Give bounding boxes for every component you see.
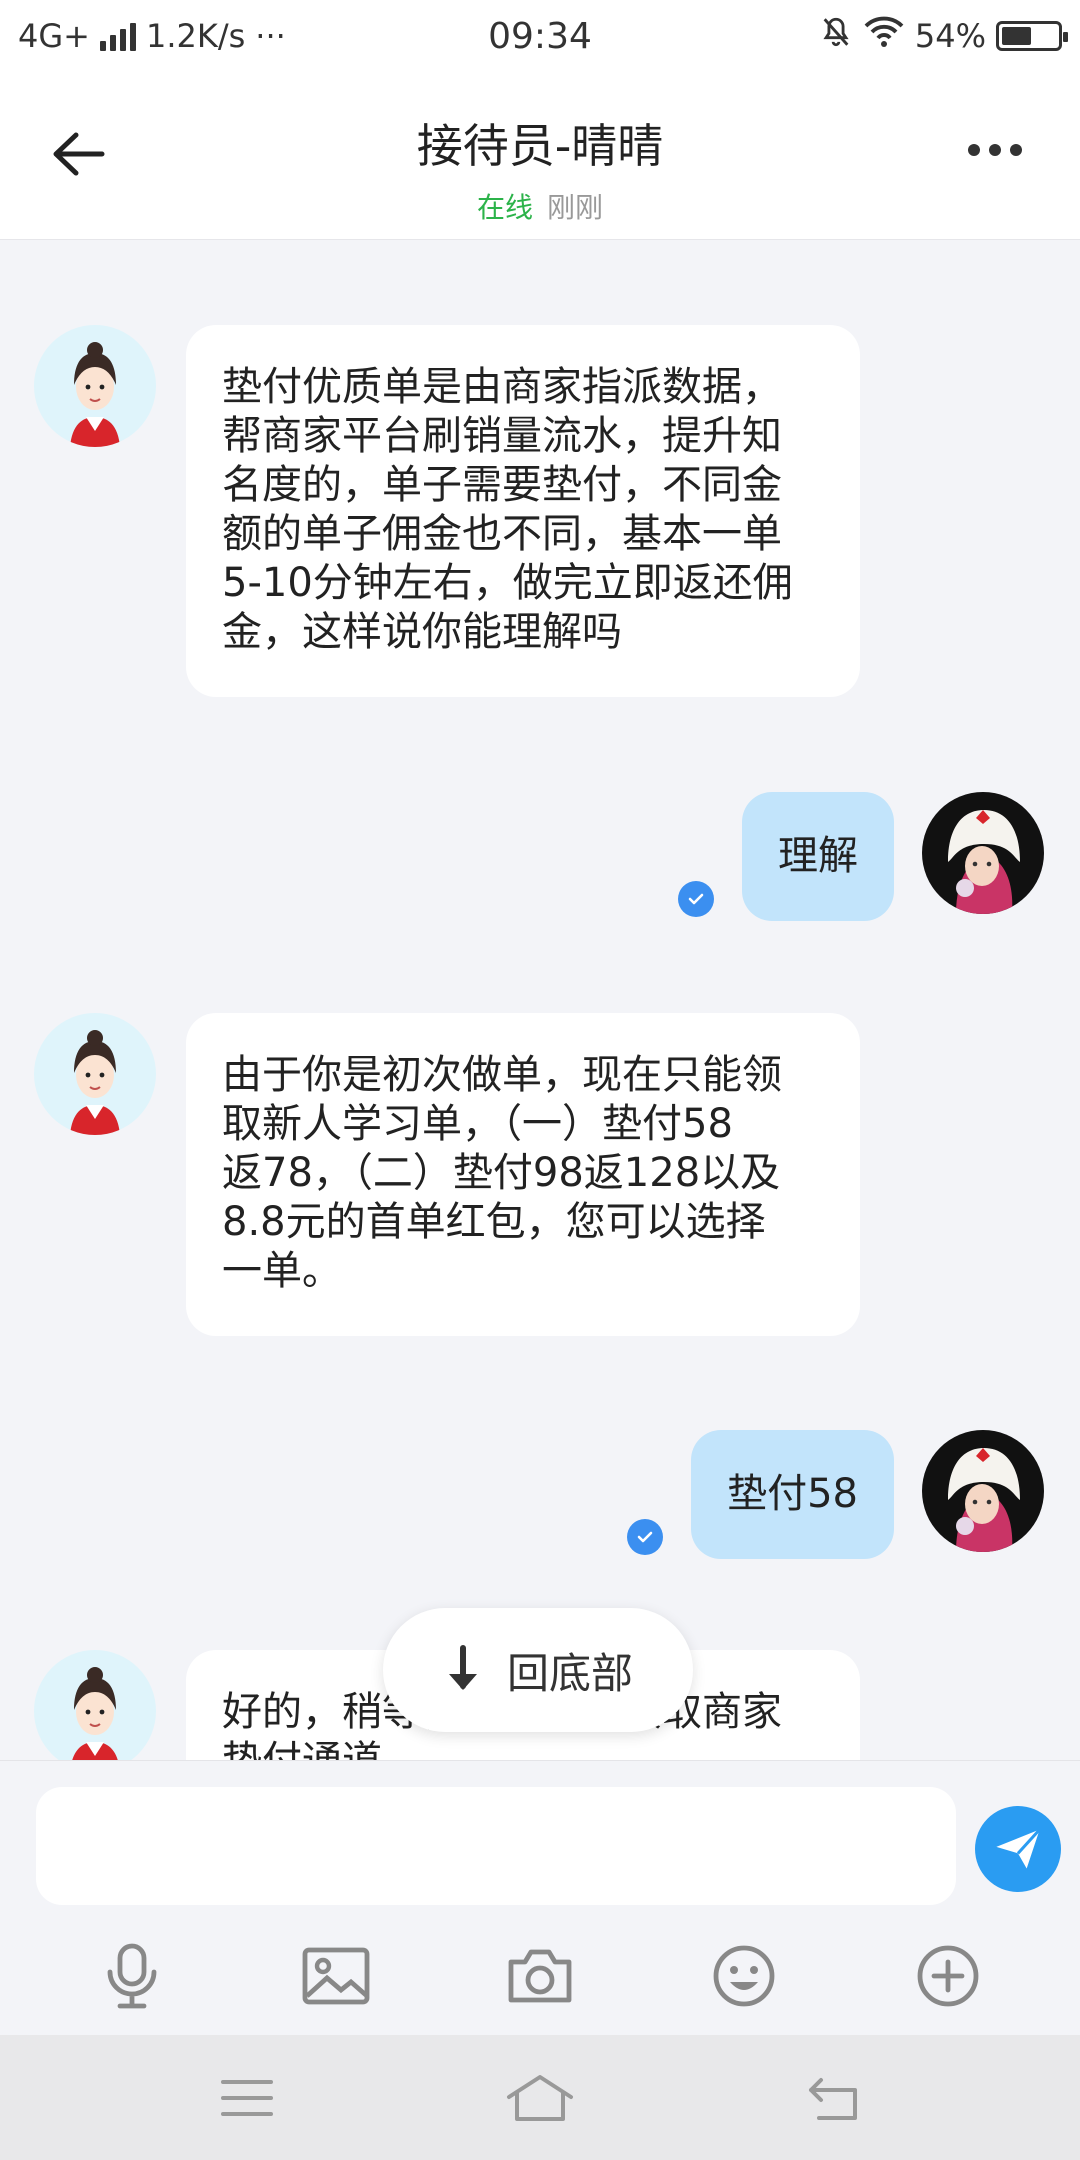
status-more-icon: ···: [255, 17, 286, 55]
last-seen: 刚刚: [547, 191, 604, 224]
system-nav-bar: [0, 2035, 1080, 2160]
paper-plane-icon: [996, 1828, 1041, 1869]
nav-home-button[interactable]: [495, 2063, 585, 2133]
wifi-icon: [863, 15, 905, 57]
attachment-toolbar: [0, 1931, 1080, 2021]
emoji-icon: [713, 1945, 775, 2007]
online-status: 在线: [476, 191, 533, 224]
agent-avatar[interactable]: [34, 325, 156, 447]
composer: [0, 1760, 1080, 2035]
status-right: 54%: [819, 15, 1068, 57]
agent-avatar[interactable]: [34, 1650, 156, 1760]
network-type: 4G+: [18, 17, 90, 55]
read-check-icon: [627, 1519, 663, 1555]
status-bar: 4G+ 1.2K/s ··· 09:34 54%: [0, 0, 1080, 72]
user-avatar[interactable]: [922, 1430, 1044, 1552]
battery-percent: 54%: [914, 17, 986, 55]
send-button[interactable]: [975, 1806, 1061, 1892]
more-options-button[interactable]: [968, 144, 1022, 156]
contact-name: 接待员-晴晴: [416, 119, 664, 173]
mute-bell-icon: [819, 15, 853, 57]
message-list[interactable]: 垫付优质单是由商家指派数据， 帮商家平台刷销量流水，提升知 名度的，单子需要垫付…: [0, 240, 1080, 1760]
incoming-message[interactable]: 由于你是初次做单，现在只能领 取新人学习单，（一）垫付58 返78，（二）垫付9…: [186, 1013, 860, 1336]
outgoing-message[interactable]: 垫付58: [691, 1430, 894, 1559]
battery-icon: [996, 21, 1068, 51]
chat-header: 接待员-晴晴 在线 刚刚: [0, 72, 1080, 240]
scroll-to-bottom-button[interactable]: 回底部: [383, 1608, 693, 1732]
signal-icon: [99, 21, 136, 51]
network-speed: 1.2K/s: [145, 17, 246, 55]
outgoing-message[interactable]: 理解: [742, 792, 894, 921]
image-icon: [302, 1947, 370, 2005]
home-icon: [506, 2074, 573, 2121]
arrow-down-icon: [448, 1645, 477, 1690]
agent-avatar[interactable]: [34, 1013, 156, 1135]
return-icon: [809, 2077, 858, 2120]
status-left: 4G+ 1.2K/s ···: [18, 17, 286, 55]
title-block: 接待员-晴晴 在线 刚刚: [0, 110, 1080, 226]
image-button[interactable]: [296, 1936, 376, 2016]
camera-button[interactable]: [500, 1936, 580, 2016]
camera-icon: [508, 1949, 572, 2003]
message-input[interactable]: [36, 1787, 956, 1905]
scroll-to-bottom-label: 回底部: [506, 1648, 633, 1698]
nav-menu-button[interactable]: [202, 2063, 292, 2133]
battery-fill: [1002, 27, 1032, 45]
incoming-message[interactable]: 垫付优质单是由商家指派数据， 帮商家平台刷销量流水，提升知 名度的，单子需要垫付…: [186, 325, 860, 697]
nav-back-button[interactable]: [788, 2063, 878, 2133]
contact-status: 在线 刚刚: [0, 186, 1080, 226]
voice-button[interactable]: [92, 1936, 172, 2016]
plus-circle-icon: [917, 1945, 979, 2007]
microphone-icon: [107, 1943, 157, 2009]
user-avatar[interactable]: [922, 792, 1044, 914]
more-actions-button[interactable]: [908, 1936, 988, 2016]
menu-icon: [220, 2079, 273, 2116]
read-check-icon: [678, 881, 714, 917]
emoji-button[interactable]: [704, 1936, 784, 2016]
